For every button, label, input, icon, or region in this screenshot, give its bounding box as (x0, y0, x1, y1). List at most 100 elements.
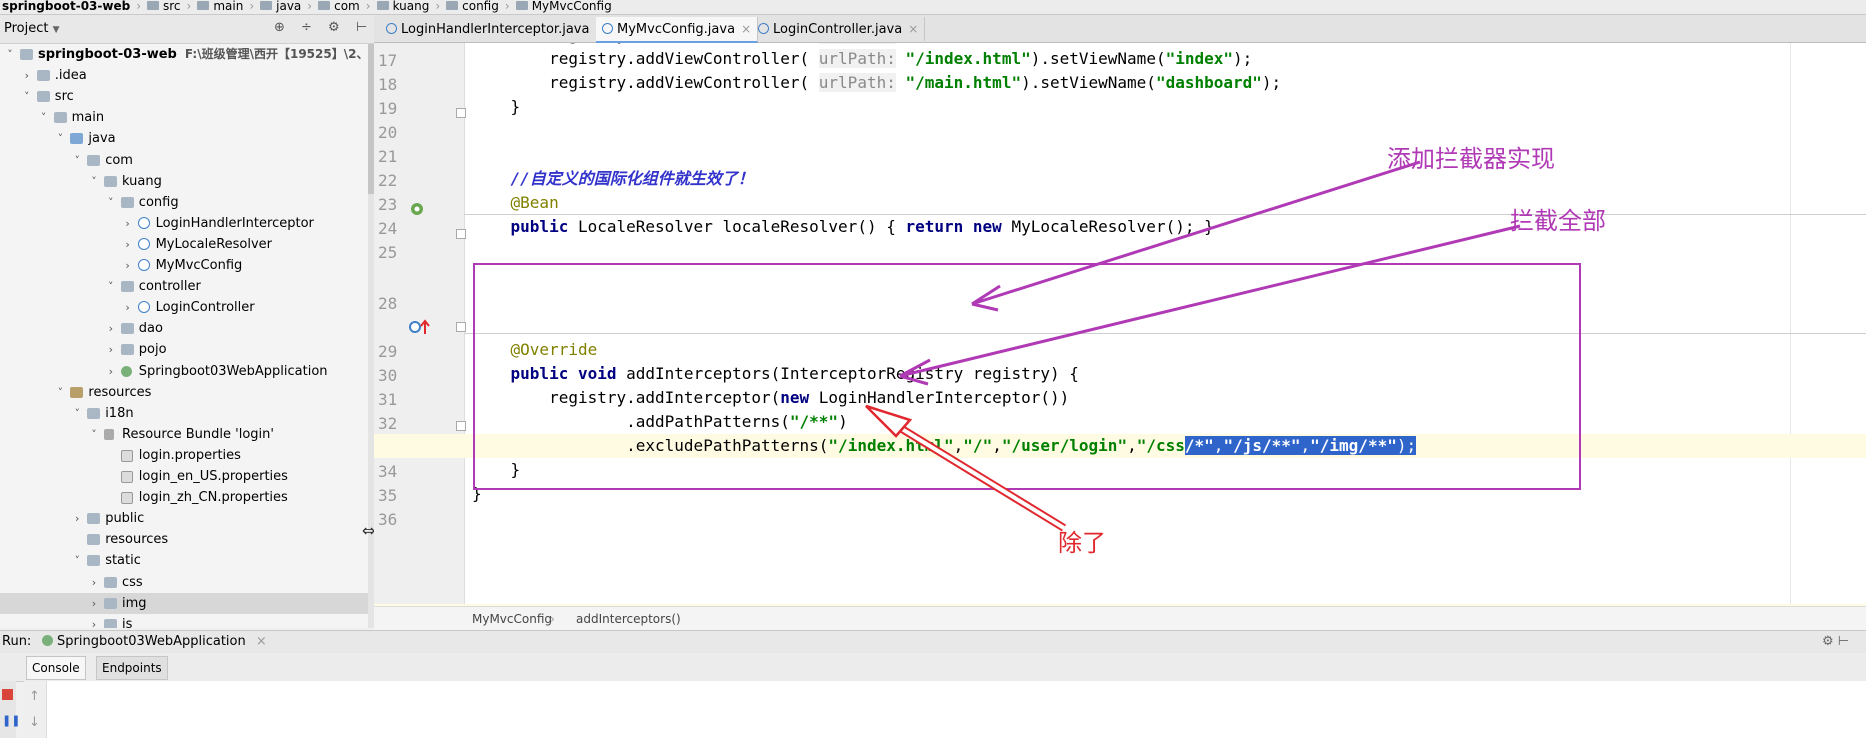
chevron-down-icon[interactable]: ˅ (71, 403, 83, 424)
chevron-down-icon[interactable]: ˅ (71, 150, 83, 171)
breadcrumb-item[interactable]: java (258, 0, 307, 12)
tree-item-label: js (122, 616, 133, 628)
chevron-right-icon[interactable]: › (105, 339, 117, 360)
code-line[interactable]: registry.addViewController( urlPath: "/m… (472, 71, 1281, 95)
tree-item[interactable]: login_en_US.properties (0, 466, 374, 487)
close-run-tab-icon[interactable]: × (256, 634, 267, 649)
tab-loginhandlerinterceptor-java[interactable]: LoginHandlerInterceptor.java× (380, 17, 613, 41)
line-number: 21 (378, 147, 398, 167)
breadcrumb-item[interactable]: main (195, 0, 249, 12)
tab-mymvcconfig-java[interactable]: MyMvcConfig.java × (596, 17, 759, 43)
chevron-down-icon[interactable]: ˅ (54, 382, 66, 403)
tree-item[interactable]: ˅ springboot-03-webF:\班级管理\西开【19525】\2、代码… (0, 44, 374, 65)
chevron-right-icon[interactable]: › (21, 65, 33, 86)
breadcrumb-item[interactable]: com (316, 0, 366, 12)
tree-item[interactable]: › LoginController (0, 297, 374, 318)
breadcrumb-item[interactable]: MyMvcConfig (514, 0, 618, 12)
code-line[interactable]: //自定义的国际化组件就生效了！ (472, 167, 754, 191)
tree-item[interactable]: login.properties (0, 445, 374, 466)
project-tool-icons[interactable]: ⊕ ÷ ⚙ ⊢ (274, 20, 373, 35)
tree-item[interactable]: ˅ static (0, 550, 374, 571)
chevron-down-icon[interactable]: ˅ (105, 276, 117, 297)
chevron-right-icon[interactable]: › (71, 508, 83, 529)
tree-item[interactable]: ˅ kuang (0, 171, 374, 192)
tree-item-label: login_en_US.properties (138, 469, 288, 484)
breadcrumb-item[interactable]: springboot-03-web (0, 0, 136, 12)
folder-icon (120, 196, 134, 208)
bean-gutter-icon[interactable] (409, 201, 425, 217)
chevron-down-icon[interactable]: ˅ (105, 192, 117, 213)
close-tab-icon[interactable]: × (908, 22, 918, 36)
chevron-down-icon[interactable]: ˅ (38, 107, 50, 128)
chevron-down-icon[interactable]: ˅ (54, 128, 66, 149)
close-tab-icon[interactable]: × (741, 22, 751, 36)
tree-item[interactable]: login_zh_CN.properties (0, 487, 374, 508)
breadcrumb-method[interactable]: addInterceptors() (576, 607, 681, 631)
breadcrumb-item[interactable]: src (145, 0, 187, 12)
code-line[interactable]: } (472, 95, 521, 119)
tree-item[interactable]: ˅ config (0, 192, 374, 213)
chevron-right-icon[interactable]: › (88, 614, 100, 628)
tree-item[interactable]: › pojo (0, 339, 374, 360)
tree-item[interactable]: › MyMvcConfig (0, 255, 374, 276)
code-line[interactable]: @Bean (472, 191, 559, 215)
chevron-right-icon[interactable]: › (122, 297, 134, 318)
fold-marker-icon[interactable] (456, 108, 466, 118)
tab-logincontroller-java[interactable]: LoginController.java × (752, 17, 926, 41)
chevron-down-icon[interactable]: ˅ (88, 171, 100, 192)
tree-item[interactable]: › js (0, 614, 374, 628)
tree-item[interactable]: › .idea (0, 65, 374, 86)
tree-item[interactable]: › MyLocaleResolver (0, 234, 374, 255)
fold-marker-icon[interactable] (456, 322, 466, 332)
code-line[interactable]: public LocaleResolver localeResolver() {… (472, 215, 1214, 239)
settings-gear-icon[interactable]: ⚙ ⊢ (1822, 631, 1849, 653)
run-tabs: Console Endpoints (0, 653, 1866, 682)
breadcrumb-class[interactable]: MyMvcConfig (472, 607, 552, 631)
tree-item[interactable]: › dao (0, 318, 374, 339)
chevron-right-icon[interactable]: › (105, 361, 117, 382)
stop-icon[interactable] (2, 689, 13, 700)
fold-marker-icon[interactable] (456, 421, 466, 431)
tree-item[interactable]: ˅ i18n (0, 403, 374, 424)
chevron-down-icon[interactable]: ˅ (4, 44, 16, 65)
scroll-up-icon[interactable]: ↑ (29, 689, 40, 704)
tree-item[interactable]: ˅ java (0, 128, 374, 149)
breadcrumb-item[interactable]: kuang (375, 0, 436, 12)
tree-item[interactable]: ˅ com (0, 150, 374, 171)
tree-item[interactable]: › LoginHandlerInterceptor (0, 213, 374, 234)
tab-endpoints[interactable]: Endpoints (96, 656, 168, 680)
fold-marker-icon[interactable] (456, 229, 466, 239)
tree-item[interactable]: ˅ controller (0, 276, 374, 297)
chevron-right-icon[interactable]: › (122, 213, 134, 234)
pause-icon[interactable]: ❚❚ (2, 715, 20, 726)
folder-icon (87, 513, 101, 525)
tree-item[interactable]: resources (0, 529, 374, 550)
chevron-right-icon[interactable]: › (88, 593, 100, 614)
override-gutter-icon[interactable] (408, 318, 432, 336)
console-output[interactable] (47, 681, 1866, 738)
chevron-down-icon[interactable]: ˅ (71, 550, 83, 571)
tree-item[interactable]: ˅ main (0, 107, 374, 128)
chevron-right-icon[interactable]: › (122, 234, 134, 255)
chevron-right-icon[interactable]: › (105, 318, 117, 339)
tree-item[interactable]: ˅ src (0, 86, 374, 107)
chevron-right-icon[interactable]: › (122, 255, 134, 276)
chevron-down-icon[interactable]: ˅ (21, 86, 33, 107)
run-config-tab[interactable]: Springboot03WebApplication × (42, 631, 267, 653)
tree-item[interactable]: › public (0, 508, 374, 529)
chevron-down-icon[interactable]: ˅ (88, 424, 100, 445)
scroll-down-icon[interactable]: ↓ (29, 715, 40, 730)
tree-item[interactable]: ˅ Resource Bundle 'login' (0, 424, 374, 445)
tree-item[interactable]: › css (0, 572, 374, 593)
project-view-selector[interactable]: Project ▼ (4, 21, 60, 36)
tree-item[interactable]: › Springboot03WebApplication (0, 361, 374, 382)
line-number: 30 (378, 365, 398, 385)
chevron-right-icon[interactable]: › (88, 572, 100, 593)
code-line[interactable]: registry.addViewController( urlPath: "/i… (472, 47, 1252, 71)
project-tree: ˅springboot-03-webF:\班级管理\西开【19525】\2、代码… (0, 44, 374, 628)
breadcrumb-item[interactable]: config (444, 0, 505, 12)
tree-item[interactable]: › img (0, 592, 374, 614)
tab-console[interactable]: Console (26, 656, 86, 680)
line-number: 34 (378, 461, 398, 481)
tree-item[interactable]: ˅ resources (0, 382, 374, 403)
